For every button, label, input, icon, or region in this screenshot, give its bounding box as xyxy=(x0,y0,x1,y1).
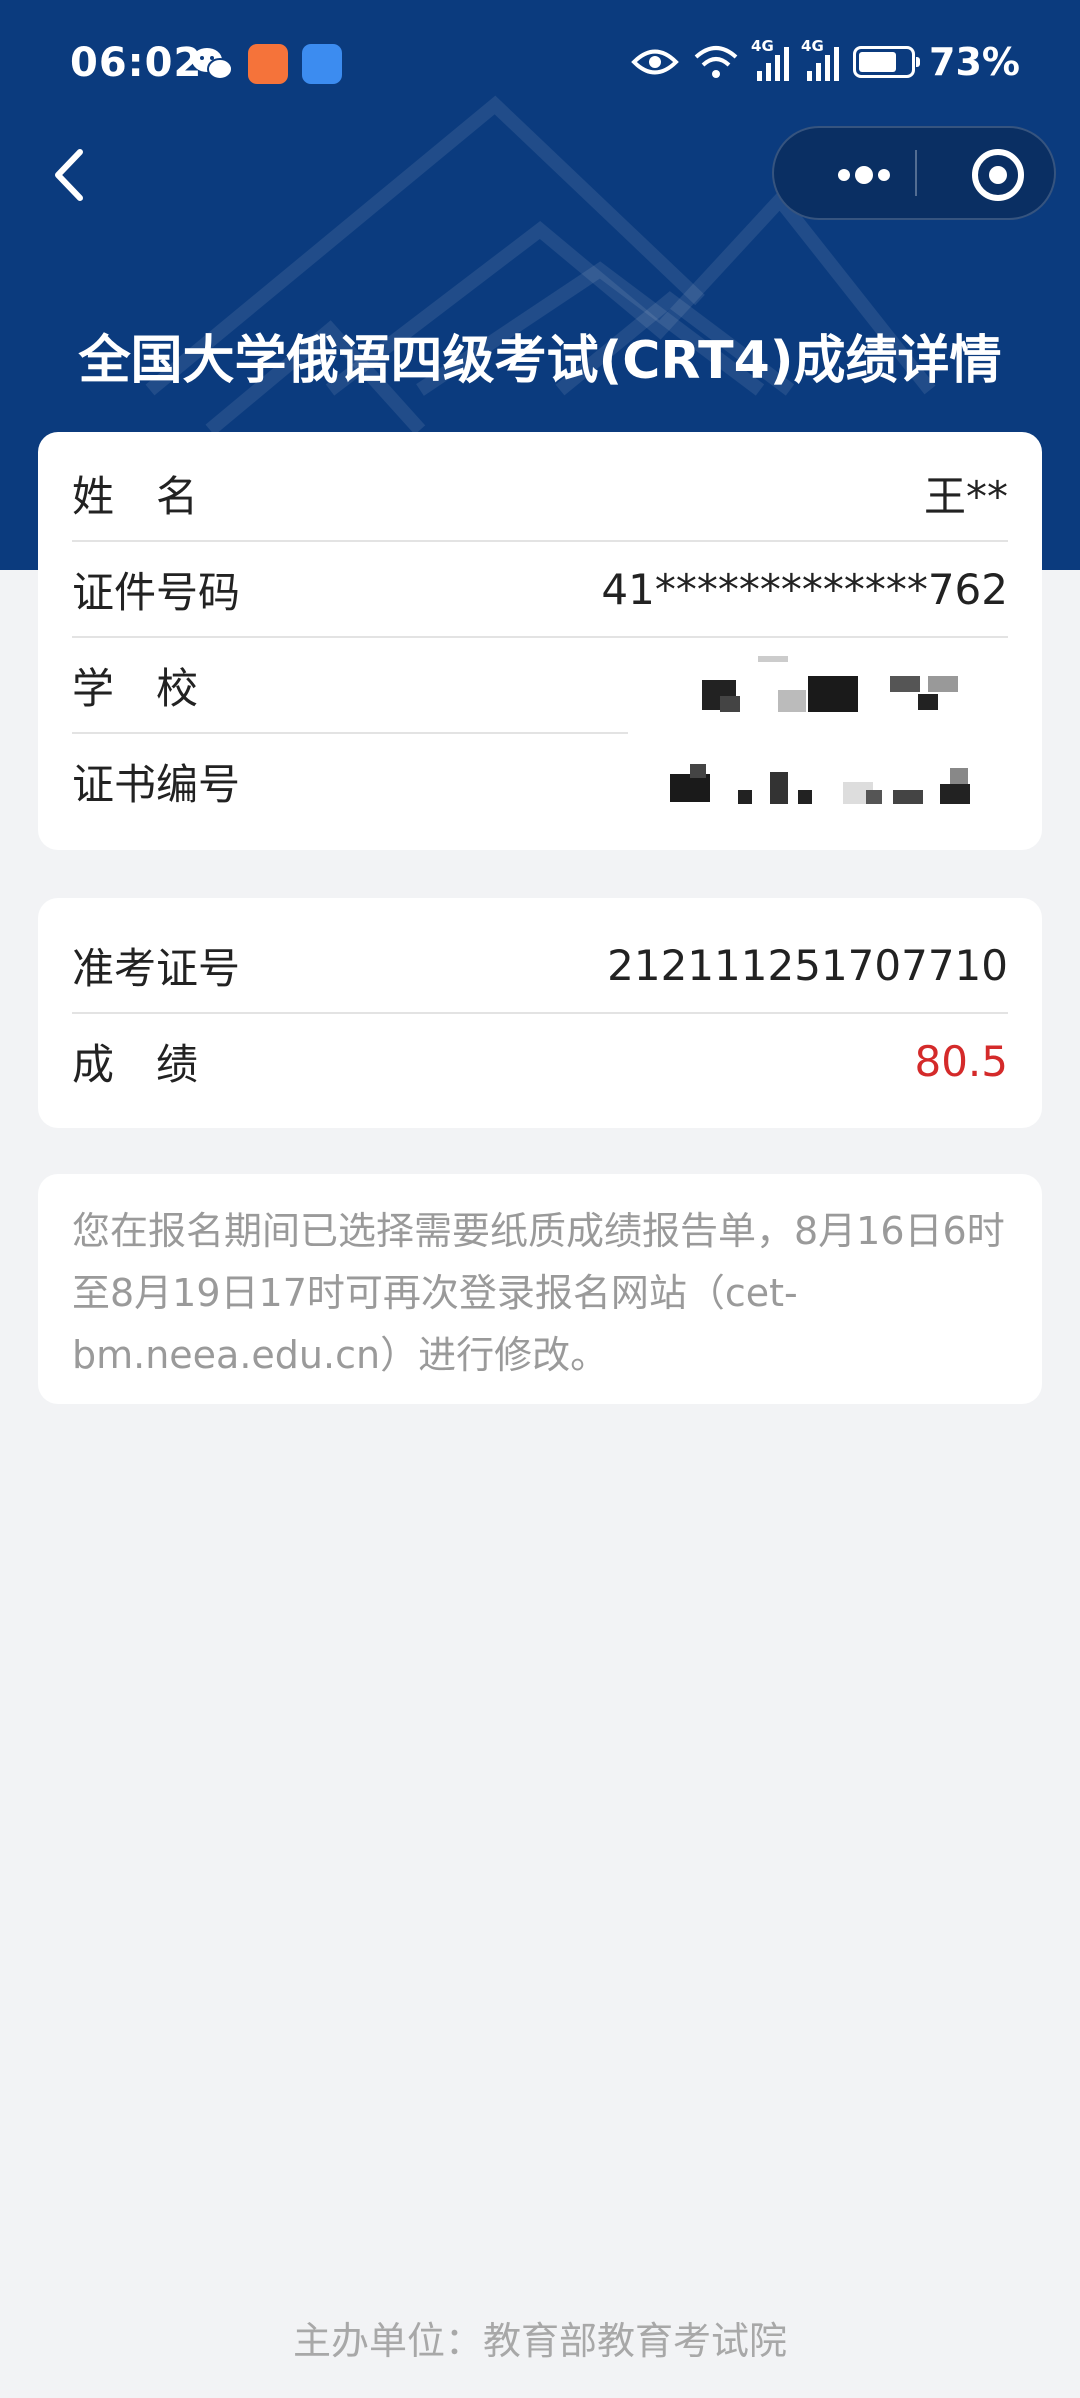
status-system-icons: 4G 4G 73% xyxy=(631,37,1020,84)
certificate-label: 证书编号 xyxy=(72,759,241,809)
target-close-icon[interactable] xyxy=(958,128,1038,218)
info-row-school: 学 校 xyxy=(72,638,672,734)
score-row-exam-number: 准考证号 212111251707710 xyxy=(72,918,1008,1014)
network-type-label: 4G xyxy=(801,37,824,55)
notice-text: 您在报名期间已选择需要纸质成绩报告单，8月16日6时至8月19日17时可再次登录… xyxy=(72,1209,1005,1377)
name-label: 姓 名 xyxy=(72,471,199,521)
info-row-name: 姓 名 王** xyxy=(72,446,1008,542)
exam-number-value: 212111251707710 xyxy=(607,940,1008,990)
app-notification-icon xyxy=(248,44,288,84)
capsule-divider xyxy=(915,150,917,196)
cellular-signal-icon: 4G xyxy=(801,37,840,81)
status-app-icons xyxy=(190,44,342,84)
exam-number-label: 准考证号 xyxy=(72,943,241,993)
score-label: 成 绩 xyxy=(72,1039,199,1089)
personal-info-card: 姓 名 王** 证件号码 41*************762 学 校 证书编号 xyxy=(38,432,1042,850)
battery-icon xyxy=(853,46,921,78)
back-chevron-left-icon[interactable] xyxy=(40,140,100,210)
status-bar: 06:02 4G 4G 73% xyxy=(0,0,1080,130)
page-title: 全国大学俄语四级考试(CRT4)成绩详情 xyxy=(78,331,1002,391)
app-notification-icon xyxy=(302,44,342,84)
footer-organizer: 主办单位：教育部教育考试院 xyxy=(292,2319,787,2363)
status-time: 06:02 xyxy=(70,40,203,86)
school-label: 学 校 xyxy=(72,663,199,713)
battery-percent: 73% xyxy=(929,40,1020,84)
score-info-card: 准考证号 212111251707710 成 绩 80.5 xyxy=(38,898,1042,1128)
more-dots-icon[interactable] xyxy=(814,128,914,218)
cellular-signal-icon: 4G xyxy=(751,37,790,81)
id-label: 证件号码 xyxy=(72,567,241,617)
score-value: 80.5 xyxy=(914,1036,1008,1086)
redacted-mosaic xyxy=(628,654,1028,834)
miniprogram-capsule xyxy=(772,126,1056,220)
wechat-icon xyxy=(192,48,233,80)
name-value: 王** xyxy=(923,471,1008,521)
network-type-label: 4G xyxy=(751,37,774,55)
notice-card: 您在报名期间已选择需要纸质成绩报告单，8月16日6时至8月19日17时可再次登录… xyxy=(38,1174,1042,1404)
info-row-id: 证件号码 41*************762 xyxy=(72,542,1008,638)
id-value: 41*************762 xyxy=(601,564,1008,614)
wifi-icon xyxy=(694,46,738,78)
score-row-score: 成 绩 80.5 xyxy=(72,1014,1008,1108)
eye-icon xyxy=(631,49,679,75)
